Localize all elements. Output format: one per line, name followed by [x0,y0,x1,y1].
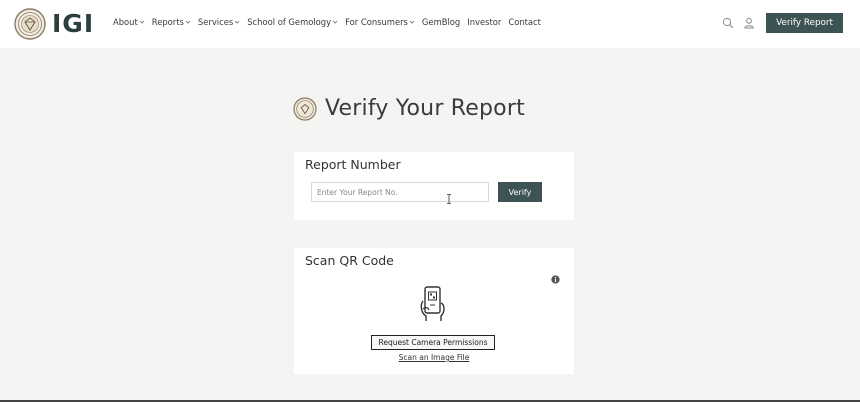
chevron-down-icon [234,20,240,24]
nav-item-contact[interactable]: Contact [508,17,541,27]
scan-qr-card: Scan QR Code Request Camera Permissions … [294,248,574,374]
page-title-text: Verify Your Report [325,96,525,121]
site-header: IGI About Reports Services School of Gem… [0,0,860,48]
request-camera-permissions-button[interactable]: Request Camera Permissions [371,335,495,350]
chevron-down-icon [139,20,145,24]
nav-item-label: School of Gemology [247,17,332,27]
chevron-down-icon [185,20,191,24]
page-title: Verify Your Report [293,96,525,121]
igi-seal-icon [293,96,317,121]
text-cursor-icon [447,194,451,204]
main-nav: About Reports Services School of Gemolog… [113,17,548,27]
scan-qr-heading: Scan QR Code [305,253,394,268]
report-number-input[interactable] [311,182,489,202]
nav-item-label: GemBlog [421,17,461,27]
nav-item-about[interactable]: About [113,17,145,27]
verify-button[interactable]: Verify [498,182,542,202]
chevron-down-icon [332,20,338,24]
search-icon[interactable] [722,17,734,29]
nav-item-label: Services [197,17,234,27]
nav-item-investor[interactable]: Investor [467,17,501,27]
nav-item-school-of-gemology[interactable]: School of Gemology [247,17,338,27]
report-number-card: Report Number Verify [294,152,574,220]
header-tools: Verify Report [722,13,843,33]
nav-item-label: Investor [467,17,502,27]
phone-qr-scan-icon [420,286,445,321]
scan-image-file-link[interactable]: Scan an Image File [294,353,574,362]
nav-item-reports[interactable]: Reports [152,17,191,27]
chevron-down-icon [409,20,415,24]
logo-text: IGI [52,9,95,38]
nav-item-label: About [113,17,138,27]
igi-logo[interactable]: IGI [14,8,94,40]
verify-report-button[interactable]: Verify Report [766,13,843,33]
nav-item-label: Contact [508,17,541,27]
igi-seal-icon [14,8,46,40]
user-icon[interactable] [743,17,755,29]
nav-item-services[interactable]: Services [198,17,240,27]
info-icon[interactable] [551,275,560,284]
nav-item-label: For Consumers [345,17,408,27]
nav-item-label: Reports [151,17,184,27]
nav-item-gemblog[interactable]: GemBlog [422,17,460,27]
nav-item-for-consumers[interactable]: For Consumers [345,17,415,27]
report-number-heading: Report Number [305,157,401,172]
